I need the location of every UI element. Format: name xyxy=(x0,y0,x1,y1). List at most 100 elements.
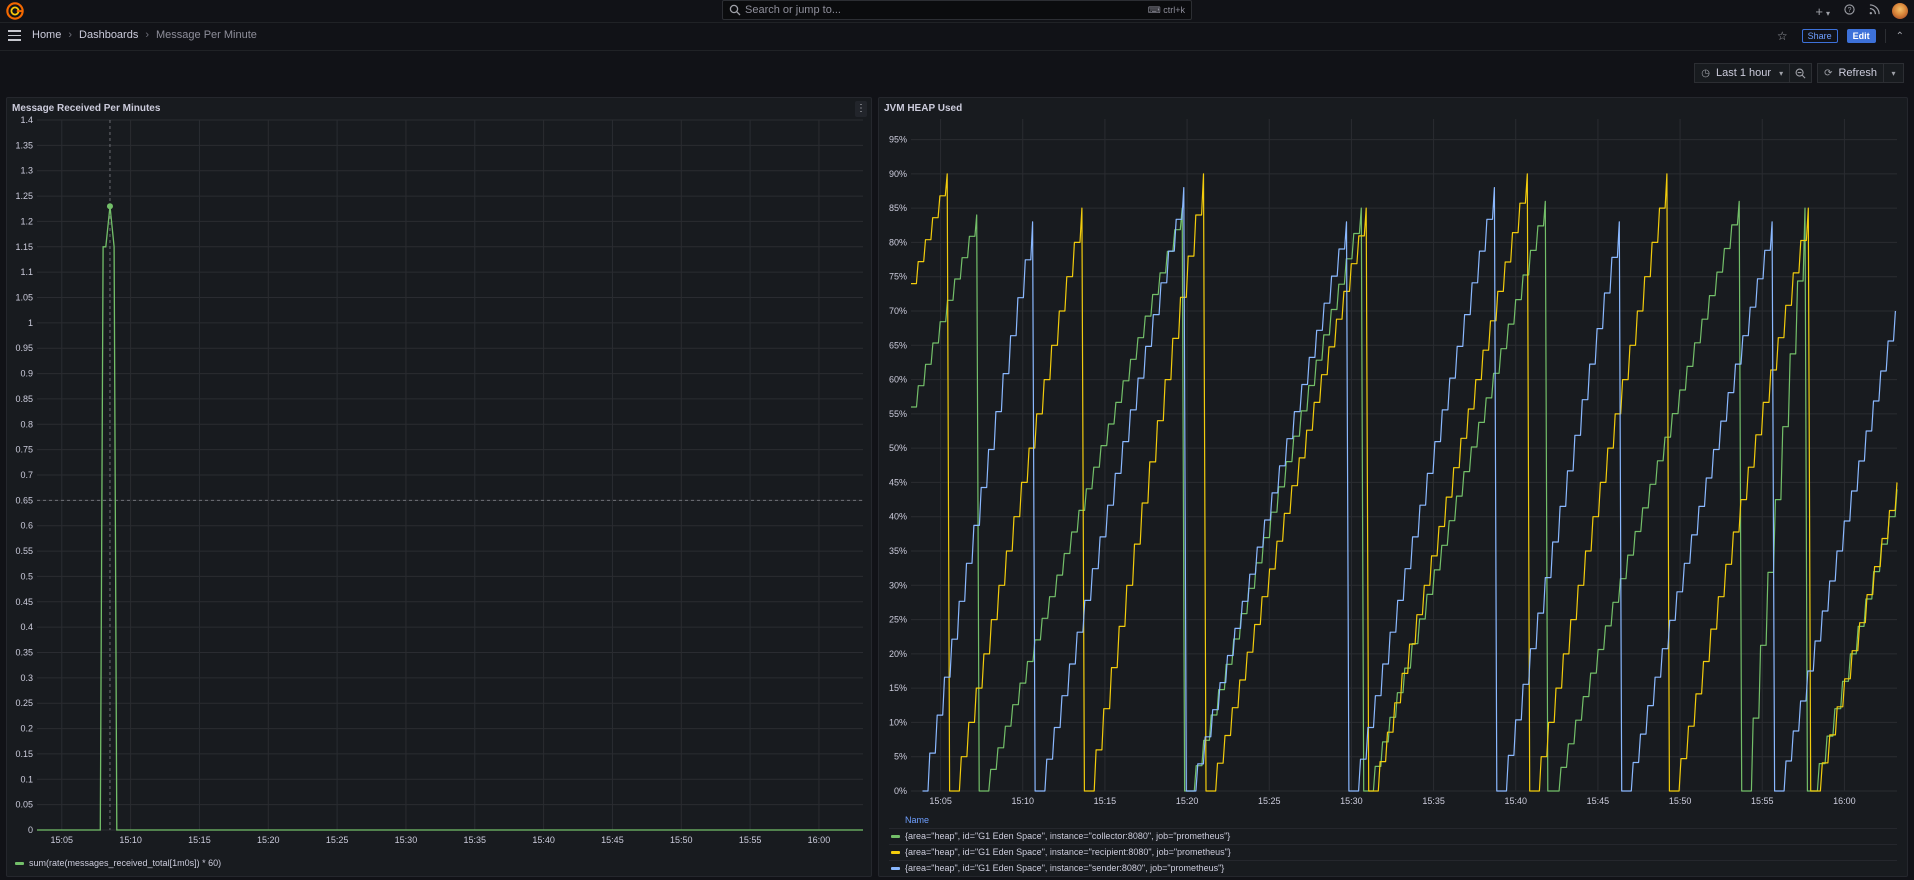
y-tick-label: 75% xyxy=(889,272,907,282)
legend-swatch xyxy=(15,861,24,865)
breadcrumb-dashboards[interactable]: Dashboards xyxy=(79,29,138,41)
y-tick-label: 0.4 xyxy=(20,622,33,632)
y-tick-label: 50% xyxy=(889,443,907,453)
search-icon xyxy=(729,4,741,16)
y-tick-label: 55% xyxy=(889,409,907,419)
series-line xyxy=(911,200,1898,792)
y-tick-label: 1.2 xyxy=(20,216,33,226)
x-tick-label: 16:00 xyxy=(1833,796,1856,806)
help-icon[interactable]: ? xyxy=(1844,4,1855,18)
user-avatar[interactable] xyxy=(1892,3,1908,19)
menu-toggle-icon[interactable] xyxy=(8,30,21,41)
y-tick-label: 0.8 xyxy=(20,419,33,429)
chevron-down-icon: ▾ xyxy=(1891,68,1896,78)
y-tick-label: 1 xyxy=(28,318,33,328)
divider xyxy=(1884,29,1886,43)
y-tick-label: 0.45 xyxy=(15,597,33,607)
y-tick-label: 0.95 xyxy=(15,343,33,353)
x-tick-label: 15:25 xyxy=(1258,796,1281,806)
y-tick-label: 5% xyxy=(894,752,907,762)
y-tick-label: 0.75 xyxy=(15,445,33,455)
y-tick-label: 10% xyxy=(889,717,907,727)
refresh-interval-dropdown[interactable]: ▾ xyxy=(1884,63,1904,83)
y-tick-label: 1.3 xyxy=(20,166,33,176)
chevron-down-icon: ▾ xyxy=(1779,68,1784,78)
y-tick-label: 1.25 xyxy=(15,191,33,201)
hover-data-point xyxy=(106,203,113,210)
jvm-heap-chart[interactable]: 0% 5% 10% 15% 20% 25% 30% 35% 40% 45% 50% 55% 60% 65%… xyxy=(879,108,1907,818)
x-tick-label: 15:25 xyxy=(326,835,349,845)
x-tick-label: 15:40 xyxy=(1504,796,1527,806)
x-tick-label: 15:05 xyxy=(51,835,74,845)
y-tick-label: 0.1 xyxy=(20,774,33,784)
legend-label: {area="heap", id="G1 Eden Space", instan… xyxy=(905,831,1231,841)
star-icon[interactable]: ☆ xyxy=(1777,29,1788,43)
page-title: Message Per Minute xyxy=(156,29,257,41)
search-input[interactable]: Search or jump to... ⌨ ctrl+k xyxy=(722,0,1192,20)
legend-item[interactable]: {area="heap", id="G1 Eden Space", instan… xyxy=(891,847,1231,857)
x-tick-label: 16:00 xyxy=(808,835,831,845)
breadcrumb-home[interactable]: Home xyxy=(32,29,61,41)
new-menu-button[interactable]: + ▾ xyxy=(1815,4,1830,19)
y-tick-label: 0.25 xyxy=(15,698,33,708)
x-tick-label: 15:55 xyxy=(739,835,762,845)
breadcrumb-separator-icon: › xyxy=(68,29,73,41)
x-tick-label: 15:30 xyxy=(1340,796,1363,806)
y-tick-label: 25% xyxy=(889,615,907,625)
x-tick-label: 15:55 xyxy=(1751,796,1774,806)
time-range-label: Last 1 hour xyxy=(1716,67,1772,79)
y-tick-label: 45% xyxy=(889,477,907,487)
y-tick-label: 0.2 xyxy=(20,724,33,734)
legend-item[interactable]: {area="heap", id="G1 Eden Space", instan… xyxy=(891,863,1224,873)
x-tick-label: 15:30 xyxy=(395,835,418,845)
x-tick-label: 15:10 xyxy=(119,835,142,845)
y-tick-label: 30% xyxy=(889,580,907,590)
y-tick-label: 80% xyxy=(889,237,907,247)
y-tick-label: 90% xyxy=(889,169,907,179)
top-actions: + ▾ ? xyxy=(1801,3,1908,19)
breadcrumb: Home › Dashboards › Message Per Minute xyxy=(32,29,257,41)
plus-icon: + xyxy=(1815,3,1823,19)
legend-swatch xyxy=(891,866,900,870)
y-tick-label: 0 xyxy=(28,825,33,835)
legend-item[interactable]: sum(rate(messages_received_total[1m0s]) … xyxy=(15,858,221,868)
legend-item[interactable]: {area="heap", id="G1 Eden Space", instan… xyxy=(891,831,1230,841)
grafana-logo-icon[interactable] xyxy=(6,2,24,20)
svg-text:?: ? xyxy=(1848,7,1852,14)
y-tick-label: 60% xyxy=(889,375,907,385)
y-tick-label: 0.35 xyxy=(15,648,33,658)
x-tick-label: 15:45 xyxy=(601,835,624,845)
top-bar: Search or jump to... ⌨ ctrl+k + ▾ ? xyxy=(0,0,1914,23)
clock-icon: ◷ xyxy=(1701,67,1711,79)
legend-column-header[interactable]: Name xyxy=(905,815,929,825)
series-line xyxy=(922,186,1896,792)
legend-label: {area="heap", id="G1 Eden Space", instan… xyxy=(905,847,1231,857)
collapse-chevron-up-icon[interactable]: ⌃ xyxy=(1896,31,1904,42)
zoom-out-button[interactable] xyxy=(1790,63,1813,83)
y-tick-label: 1.15 xyxy=(15,242,33,252)
x-tick-label: 15:35 xyxy=(1422,796,1445,806)
news-feed-icon[interactable] xyxy=(1869,4,1880,18)
y-tick-label: 1.05 xyxy=(15,293,33,303)
y-tick-label: 0.3 xyxy=(20,673,33,683)
y-tick-label: 35% xyxy=(889,546,907,556)
time-range-picker[interactable]: ◷ Last 1 hour ▾ xyxy=(1694,63,1791,83)
y-tick-label: 0.05 xyxy=(15,800,33,810)
message-rate-chart[interactable]: 0 0.05 0.1 0.15 0.2 0.25 0.3 0.35 0.4 0.45 0.5 0.55… xyxy=(7,108,871,868)
y-tick-label: 65% xyxy=(889,340,907,350)
share-button[interactable]: Share xyxy=(1801,29,1838,43)
refresh-button[interactable]: ⟳ Refresh xyxy=(1817,63,1884,83)
y-tick-label: 1.4 xyxy=(20,115,33,125)
edit-button[interactable]: Edit xyxy=(1846,29,1876,43)
y-tick-label: 0.55 xyxy=(15,546,33,556)
panel-jvm-heap: JVM HEAP Used 0% 5% 10% 15% 20% 25% 30% 35% 40% 4… xyxy=(878,97,1908,877)
y-tick-label: 0.9 xyxy=(20,369,33,379)
x-tick-label: 15:15 xyxy=(1094,796,1117,806)
time-controls: ◷ Last 1 hour ▾ ⟳ Refresh ▾ xyxy=(1694,63,1914,83)
y-tick-label: 0.85 xyxy=(15,394,33,404)
dashboard-nav-bar: Home › Dashboards › Message Per Minute ☆… xyxy=(0,23,1914,51)
legend-label: sum(rate(messages_received_total[1m0s]) … xyxy=(29,858,222,868)
divider xyxy=(889,828,1897,829)
y-tick-label: 70% xyxy=(889,306,907,316)
y-tick-label: 0.65 xyxy=(15,495,33,505)
